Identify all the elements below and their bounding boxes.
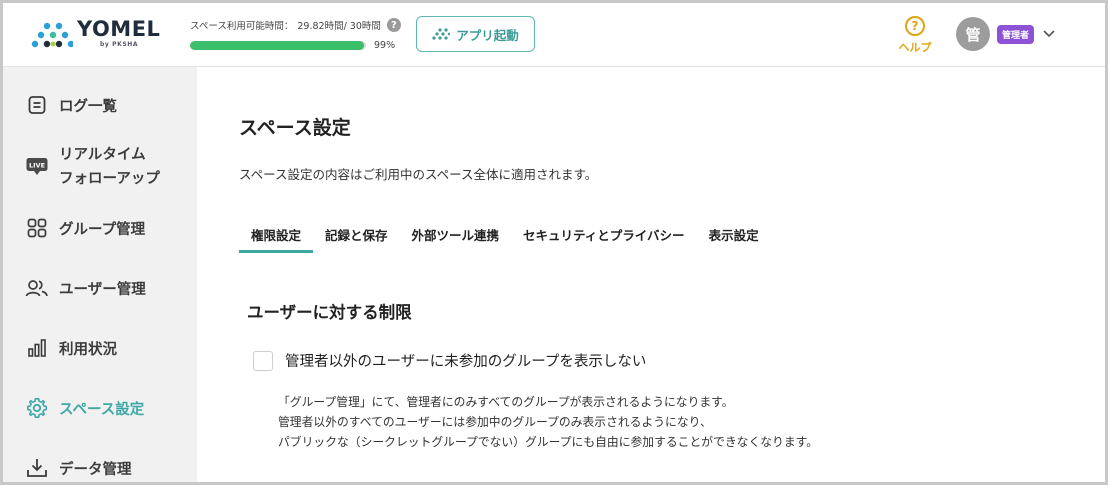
yomel-logo-mark-icon bbox=[31, 22, 73, 48]
sidebar-item-usage-status[interactable]: 利用状況 bbox=[25, 336, 117, 360]
sidebar-item-label: スペース設定 bbox=[59, 401, 145, 418]
tab-security-privacy[interactable]: セキュリティとプライバシー bbox=[511, 219, 697, 253]
option-description-line: パブリックな（シークレットグループでない）グループにも自由に参加することができな… bbox=[278, 435, 819, 449]
app-window: YOMEL by PKSHA スペース利用可能時間： 29.82時間/ 30時間… bbox=[0, 0, 1108, 485]
tab-permissions[interactable]: 権限設定 bbox=[239, 219, 314, 253]
page-title: スペース設定 bbox=[239, 117, 351, 139]
role-badge: 管理者 bbox=[997, 24, 1035, 44]
sidebar-item-label: リアルタイム bbox=[59, 147, 146, 163]
yomel-mark-icon bbox=[432, 28, 451, 40]
help-button[interactable]: ? ヘルプ bbox=[894, 16, 936, 55]
sidebar-item-label: ログ一覧 bbox=[59, 98, 117, 115]
log-list-icon bbox=[25, 93, 49, 117]
logo-sub: by PKSHA bbox=[100, 41, 139, 48]
usage-progress-fill bbox=[190, 41, 365, 50]
sidebar: ログ一覧 LIVE リアルタイム フォローアップ グループ管理 ユーザー管理 利… bbox=[3, 67, 197, 482]
option-description-line: 「グループ管理」にて、管理者にのみすべてのグループが表示されるようになります。 bbox=[278, 395, 734, 409]
sidebar-item-label: ユーザー管理 bbox=[59, 281, 146, 298]
usage-label: スペース利用可能時間： bbox=[190, 21, 294, 32]
usage-value: 29.82時間/ 30時間 bbox=[297, 21, 381, 32]
usage-panel: スペース利用可能時間： 29.82時間/ 30時間 ? 99% bbox=[190, 17, 410, 51]
usage-progress-bar bbox=[190, 41, 366, 50]
tab-display-settings[interactable]: 表示設定 bbox=[697, 219, 771, 253]
usage-percent: 99% bbox=[374, 40, 396, 51]
download-icon bbox=[25, 456, 49, 480]
help-icon: ? bbox=[905, 16, 925, 36]
logo-name: YOMEL bbox=[77, 17, 161, 41]
section-title: ユーザーに対する制限 bbox=[247, 303, 412, 322]
settings-tabs: 権限設定 記録と保存 外部ツール連携 セキュリティとプライバシー 表示設定 bbox=[239, 219, 771, 253]
help-label: ヘルプ bbox=[898, 41, 932, 54]
sidebar-item-space-settings[interactable]: スペース設定 bbox=[25, 396, 144, 420]
launch-app-button[interactable]: アプリ起動 bbox=[416, 16, 535, 52]
gear-icon bbox=[25, 396, 49, 420]
bar-chart-icon bbox=[25, 336, 49, 360]
live-icon-text: LIVE bbox=[29, 162, 45, 170]
sidebar-item-realtime-followup[interactable]: LIVE リアルタイム フォローアップ bbox=[25, 143, 160, 191]
live-icon: LIVE bbox=[25, 155, 49, 179]
chevron-down-icon bbox=[1043, 30, 1055, 38]
launch-app-label: アプリ起動 bbox=[456, 27, 519, 43]
tab-recording-storage[interactable]: 記録と保存 bbox=[313, 219, 400, 253]
usage-help-icon[interactable]: ? bbox=[386, 18, 401, 32]
hide-groups-option[interactable]: 管理者以外のユーザーに未参加のグループを表示しない bbox=[253, 350, 646, 371]
main-content: スペース設定 スペース設定の内容はご利用中のスペース全体に適用されます。 権限設… bbox=[197, 67, 1105, 482]
sidebar-item-label: 利用状況 bbox=[59, 341, 117, 358]
hide-groups-label: 管理者以外のユーザーに未参加のグループを表示しない bbox=[285, 354, 647, 370]
sidebar-item-label: データ管理 bbox=[59, 461, 132, 478]
users-icon bbox=[25, 276, 49, 300]
sidebar-item-log-list[interactable]: ログ一覧 bbox=[25, 93, 117, 117]
top-header: YOMEL by PKSHA スペース利用可能時間： 29.82時間/ 30時間… bbox=[3, 3, 1105, 67]
option-description: 「グループ管理」にて、管理者にのみすべてのグループが表示されるようになります。 … bbox=[278, 392, 818, 452]
page-description: スペース設定の内容はご利用中のスペース全体に適用されます。 bbox=[239, 167, 598, 182]
option-description-line: 管理者以外のすべてのユーザーには参加中のグループのみ表示されるようになり、 bbox=[278, 415, 712, 429]
sidebar-item-data-management[interactable]: データ管理 bbox=[25, 456, 132, 480]
tab-external-tools[interactable]: 外部ツール連携 bbox=[400, 219, 512, 253]
sidebar-item-user-management[interactable]: ユーザー管理 bbox=[25, 276, 146, 300]
avatar: 管 bbox=[956, 17, 990, 51]
hide-groups-checkbox[interactable] bbox=[253, 350, 273, 371]
sidebar-item-group-management[interactable]: グループ管理 bbox=[25, 216, 145, 240]
sidebar-item-label: グループ管理 bbox=[59, 221, 146, 238]
yomel-logo[interactable]: YOMEL by PKSHA bbox=[29, 17, 169, 54]
grid-icon bbox=[25, 216, 49, 240]
sidebar-item-label-2: フォローアップ bbox=[59, 171, 160, 187]
user-menu[interactable]: 管 管理者 bbox=[956, 17, 1056, 51]
